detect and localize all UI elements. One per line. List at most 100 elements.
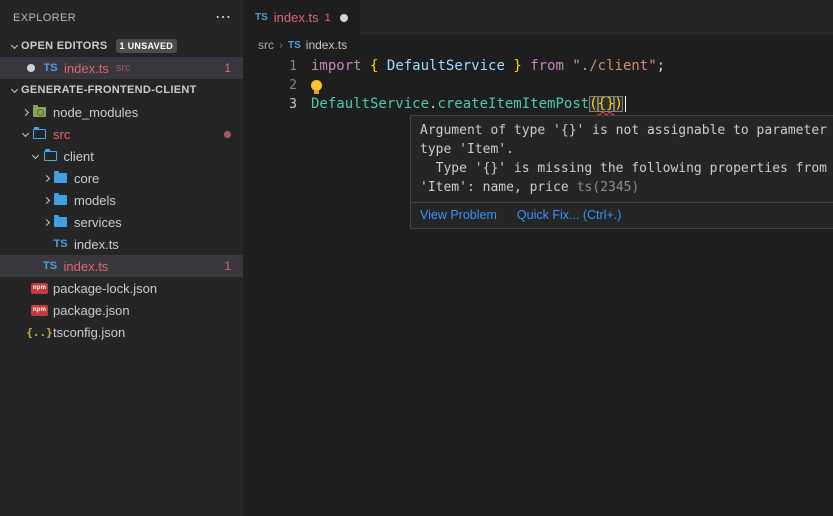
error-squiggle-token: {}: [598, 96, 615, 112]
file-tree: node_modulessrc client core models services T…: [0, 101, 243, 343]
breadcrumb: src › TS index.ts: [243, 35, 833, 55]
ts-file-icon: TS: [255, 12, 268, 23]
open-editor-item-index-ts[interactable]: TS index.ts src 1: [0, 57, 243, 79]
folder-icon: [53, 195, 68, 205]
tab-index-ts[interactable]: TS index.ts 1: [243, 0, 360, 35]
error-count-badge: 1: [224, 259, 231, 273]
breadcrumb-item-src[interactable]: src: [258, 38, 274, 52]
code-token: DefaultService: [387, 58, 505, 74]
tree-item-package-lock-json-8[interactable]: npm package-lock.json: [0, 277, 243, 299]
error-hover: Argument of type '{}' is not assignable …: [410, 115, 833, 229]
unsaved-count-badge: 1 UNSAVED: [116, 39, 178, 53]
chevron-down-icon: [7, 89, 21, 92]
quick-fix-link[interactable]: Quick Fix... (Ctrl+.): [517, 208, 622, 222]
view-problem-link[interactable]: View Problem: [420, 208, 497, 222]
folder-icon: [53, 173, 68, 183]
line-number: 2: [243, 76, 297, 95]
tree-item-models-4[interactable]: models: [0, 189, 243, 211]
json-icon: {..}: [32, 326, 47, 339]
npm-icon: npm: [32, 305, 47, 316]
ts-file-icon: TS: [43, 260, 58, 272]
chevron-right-icon[interactable]: [39, 176, 53, 181]
tree-item-label: package.json: [53, 303, 130, 318]
code-token: [378, 58, 386, 74]
modified-dot-icon[interactable]: [27, 64, 35, 72]
folder-icon: [53, 217, 68, 227]
chevron-right-icon[interactable]: [18, 110, 32, 115]
code-editor[interactable]: 1 import { DefaultService } from "./clien…: [243, 55, 833, 114]
modified-dot-icon: [224, 131, 231, 138]
chevron-down-icon[interactable]: [29, 155, 43, 158]
tree-item-label: models: [74, 193, 116, 208]
tree-item-client-2[interactable]: client: [0, 145, 243, 167]
tree-item-package-json-9[interactable]: npm package.json: [0, 299, 243, 321]
code-line-content: import { DefaultService } from "./client…: [311, 57, 665, 76]
hover-message-line: type 'Item'.: [420, 140, 833, 159]
hover-actions: View Problem Quick Fix... (Ctrl+.): [411, 202, 833, 228]
tab-error-badge: 1: [325, 12, 331, 24]
code-token: DefaultService: [311, 96, 429, 112]
tree-item-label: index.ts: [64, 259, 109, 274]
breadcrumb-item-file[interactable]: index.ts: [306, 38, 347, 52]
code-line-1[interactable]: 1 import { DefaultService } from "./clien…: [243, 57, 833, 76]
tab-label: index.ts: [274, 10, 319, 25]
section-open-editors[interactable]: OPEN EDITORS 1 UNSAVED: [0, 35, 243, 57]
tree-item-label: tsconfig.json: [53, 325, 125, 340]
editor-tab-bar: TS index.ts 1: [243, 0, 833, 35]
tree-item-index-ts-6[interactable]: TSindex.ts: [0, 233, 243, 255]
line-number: 1: [243, 57, 297, 76]
code-token: "./client": [572, 58, 656, 74]
tree-item-label: client: [64, 149, 94, 164]
code-line-2[interactable]: 2: [243, 76, 833, 95]
chevron-down-icon[interactable]: [18, 133, 32, 136]
tree-item-tsconfig-json-10[interactable]: {..} tsconfig.json: [0, 321, 243, 343]
tab-modified-dot-icon[interactable]: [340, 14, 348, 22]
tree-item-src-1[interactable]: src: [0, 123, 243, 145]
code-token: createItemItemPost: [437, 96, 589, 112]
ts-file-icon: TS: [53, 238, 68, 250]
ts-file-icon: TS: [288, 40, 301, 51]
open-folder-icon: [32, 129, 47, 139]
code-line-3[interactable]: 3DefaultService.createItemItemPost({}): [243, 95, 833, 114]
code-token: [522, 58, 530, 74]
tree-item-label: services: [74, 215, 122, 230]
hover-error-code: ts(2345): [577, 180, 640, 195]
vscode-window: EXPLORER ⋯ OPEN EDITORS 1 UNSAVED TS ind…: [0, 0, 833, 516]
hover-message: Argument of type '{}' is not assignable …: [411, 116, 833, 202]
chevron-right-icon[interactable]: [39, 198, 53, 203]
hover-message-line: 'Item': name, pricets(2345): [420, 178, 833, 197]
tree-item-services-5[interactable]: services: [0, 211, 243, 233]
breadcrumb-separator: ›: [279, 38, 283, 52]
code-token: (: [589, 96, 597, 112]
tree-item-label: core: [74, 171, 99, 186]
chevron-down-icon: [7, 45, 21, 48]
tree-item-core-3[interactable]: core: [0, 167, 243, 189]
hover-message-line: Argument of type '{}' is not assignable …: [420, 121, 833, 140]
tree-item-label: src: [53, 127, 70, 142]
tree-item-label: node_modules: [53, 105, 138, 120]
code-token: [362, 58, 370, 74]
tree-item-index-ts-7[interactable]: TS index.ts 1: [0, 255, 243, 277]
chevron-right-icon[interactable]: [39, 220, 53, 225]
line-number: 3: [243, 95, 297, 114]
code-line-content: [311, 76, 322, 95]
file-decorator: src: [116, 62, 131, 74]
explorer-title: EXPLORER: [13, 12, 76, 24]
section-workspace[interactable]: GENERATE-FRONTEND-CLIENT: [0, 79, 243, 101]
open-editors-label: OPEN EDITORS: [21, 40, 108, 52]
open-folder-icon: [43, 151, 58, 161]
code-token: }: [513, 58, 521, 74]
explorer-sidebar: EXPLORER ⋯ OPEN EDITORS 1 UNSAVED TS ind…: [0, 0, 243, 516]
tree-item-label: package-lock.json: [53, 281, 157, 296]
sidebar-header: EXPLORER ⋯: [0, 0, 243, 35]
cursor-caret: [625, 96, 627, 112]
more-actions-icon[interactable]: ⋯: [215, 13, 231, 23]
node-modules-folder-icon: [32, 107, 47, 117]
hover-message-line: Type '{}' is missing the following prope…: [420, 159, 833, 178]
npm-icon: npm: [32, 283, 47, 294]
tree-item-node-modules-0[interactable]: node_modules: [0, 101, 243, 123]
ts-file-icon: TS: [43, 62, 58, 74]
lightbulb-icon[interactable]: [311, 80, 322, 91]
code-token: ;: [657, 58, 665, 74]
workspace-label: GENERATE-FRONTEND-CLIENT: [21, 84, 197, 96]
